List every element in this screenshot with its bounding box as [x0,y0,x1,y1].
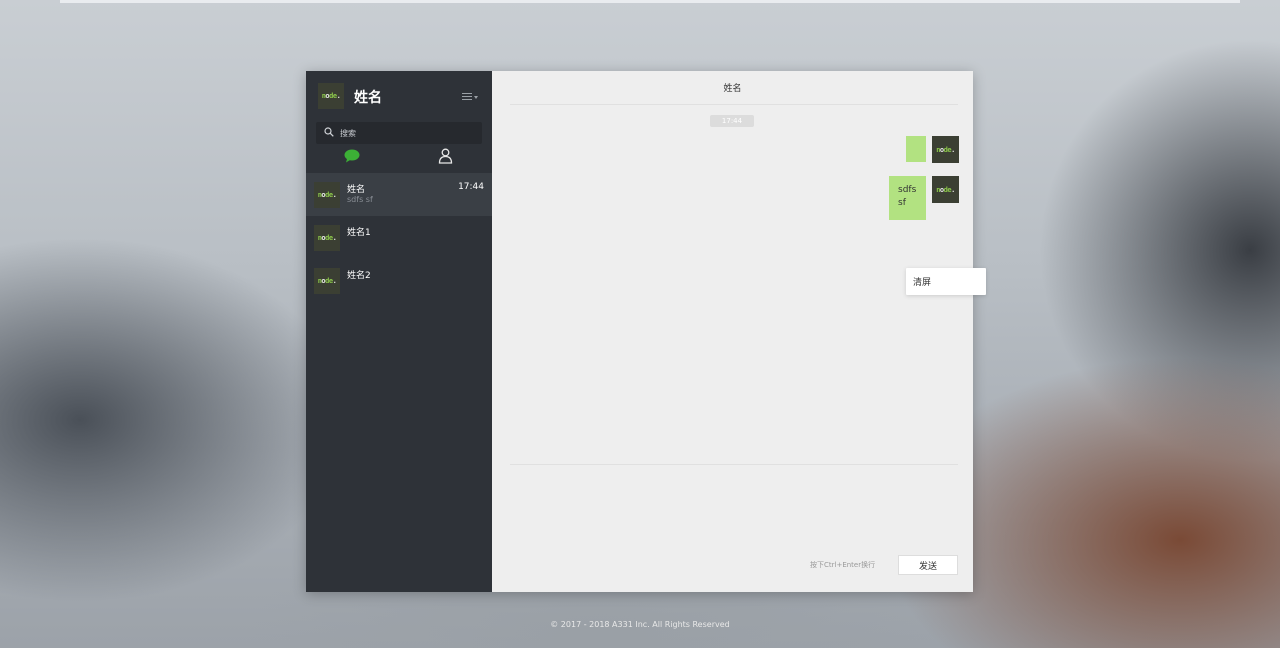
conversation-list: n o de. 姓名 sdfs sf 17:44 n o de. 姓名1 n o de. 姓… [306,173,492,302]
input-hint: 按下Ctrl+Enter换行 [810,561,876,569]
chat-panel: 姓名 17:44 n o de. sdfs sf n o de. 清屏 按下Ctrl+E… [492,71,986,592]
conversation-name: 姓名1 [347,228,371,238]
conversation-name: 姓名 [347,185,366,195]
conversation-name: 姓名2 [347,271,371,281]
conversation-item[interactable]: n o de. 姓名 sdfs sf 17:44 [306,173,492,216]
message-bubble: sdfs sf [889,176,926,220]
footer-copyright: © 2017 - 2018 A331 Inc. All Rights Reser… [550,620,730,629]
user-avatar[interactable]: n o de. [318,83,344,109]
search-box [316,122,482,144]
chat-app-window: node. 姓名 node. 姓名 sdfs sf 17:44 [306,71,986,592]
user-icon[interactable] [438,148,453,164]
conversation-item[interactable]: n o de. 姓名2 [306,259,492,302]
conversation-preview: sdfs sf [347,195,373,204]
conversation-avatar: n o de. [314,268,340,294]
clear-screen-menu-item[interactable]: 清屏 [913,275,931,288]
message-text: sdfs sf [898,185,917,208]
current-user-name: 姓名 [354,90,382,106]
send-button[interactable]: 发送 [898,555,958,575]
browser-top-line [60,0,1240,3]
search-icon [324,127,334,137]
message-bubble [906,136,926,162]
time-badge: 17:44 [710,115,754,127]
menu-icon[interactable] [462,91,480,103]
conversation-item[interactable]: n o de. 姓名1 [306,216,492,259]
sidebar: node. 姓名 node. 姓名 sdfs sf 17:44 [306,71,492,592]
message-input[interactable] [510,471,958,547]
message-avatar: n o de. [932,136,959,163]
message-avatar: n o de. [932,176,959,203]
chat-title: 姓名 [723,84,742,94]
conversation-time: 17:44 [458,182,484,192]
context-menu: 清屏 [906,268,986,295]
input-divider [510,464,958,465]
chat-bubble-icon[interactable] [343,149,361,163]
search-input[interactable] [340,124,476,142]
conversation-avatar: n o de. [314,182,340,208]
conversation-avatar: n o de. [314,225,340,251]
header-divider [510,104,958,105]
